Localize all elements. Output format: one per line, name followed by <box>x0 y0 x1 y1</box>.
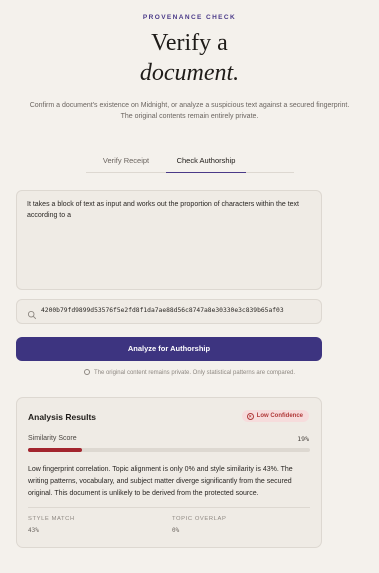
privacy-note: The original content remains private. On… <box>0 368 379 378</box>
search-icon <box>27 307 37 320</box>
tab-check-authorship[interactable]: Check Authorship <box>166 154 246 173</box>
tab-verify-receipt[interactable]: Verify Receipt <box>86 154 166 173</box>
results-title: Analysis Results <box>28 412 97 422</box>
topic-overlap-label: TOPIC OVERLAP <box>172 516 227 522</box>
analysis-results-card: Analysis Results × Low Confidence Similar… <box>16 397 322 548</box>
info-circle-icon <box>83 369 90 375</box>
eyebrow-label: PROVENANCE CHECK <box>142 14 237 21</box>
similarity-progress-bar <box>28 448 310 452</box>
fingerprint-hash-input[interactable]: 4200b79fd9899d53576f5e2fd8f1da7ae88d56c8… <box>16 299 322 324</box>
hash-value: 4200b79fd9899d53576f5e2fd8f1da7ae88d56c8… <box>41 307 284 314</box>
page-subtitle: Confirm a document's existence on Midnig… <box>29 102 350 120</box>
results-description: Low fingerprint correlation. Topic align… <box>28 466 293 497</box>
page-title-italic: document. <box>139 60 240 86</box>
x-circle-icon: × <box>246 413 254 420</box>
privacy-note-text: The original content remains private. On… <box>93 370 296 376</box>
similarity-score-value: 19% <box>297 435 309 443</box>
confidence-badge: × Low Confidence <box>241 410 309 422</box>
confidence-badge-label: Low Confidence <box>256 413 303 419</box>
topic-overlap-value: 0% <box>172 527 180 534</box>
style-match-value: 43% <box>28 527 39 534</box>
page-title: Verify a <box>151 30 228 56</box>
style-match-label: STYLE MATCH <box>28 516 75 522</box>
similarity-progress-fill <box>28 448 82 452</box>
mode-tabs: Verify Receipt Check Authorship <box>86 154 294 173</box>
analyze-button[interactable]: Analyze for Authorship <box>16 337 322 361</box>
results-divider <box>28 507 310 508</box>
document-text-input[interactable]: It takes a block of text as input and wo… <box>16 190 322 290</box>
similarity-score-label: Similarity Score <box>28 435 77 442</box>
